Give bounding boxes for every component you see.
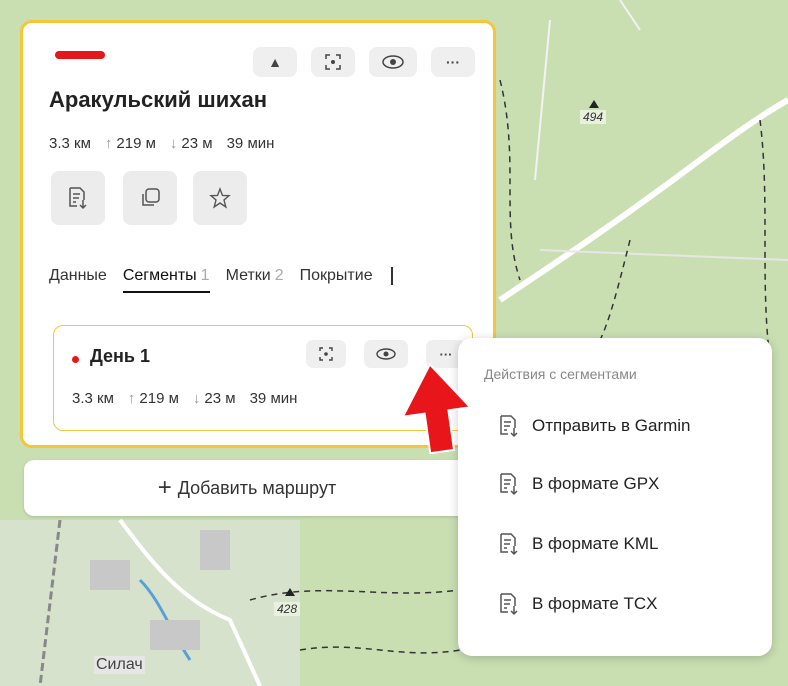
segment-focus-button[interactable] bbox=[306, 340, 346, 368]
tabs: Данные Сегменты 1 Метки 2 Покрытие bbox=[49, 267, 393, 293]
menu-item-kml[interactable]: В формате KML bbox=[498, 524, 658, 564]
eye-icon bbox=[376, 348, 396, 360]
tab-data[interactable]: Данные bbox=[49, 267, 107, 285]
segment-color-dot bbox=[72, 356, 79, 363]
menu-item-send-garmin[interactable]: Отправить в Garmin bbox=[498, 406, 691, 446]
favorite-button[interactable] bbox=[193, 171, 247, 225]
segment-stats: 3.3 км ↑ 219 м ↓ 23 м 39 мин bbox=[72, 390, 297, 407]
visibility-button[interactable] bbox=[369, 47, 417, 77]
add-route-button[interactable]: + Добавить маршрут bbox=[24, 460, 470, 516]
ascent: ↑ 219 м bbox=[127, 390, 179, 407]
focus-route-button[interactable] bbox=[311, 47, 355, 77]
export-icon bbox=[500, 415, 518, 438]
arrow-up-icon: ↑ bbox=[127, 390, 136, 407]
pointer-arrow-icon bbox=[401, 362, 472, 454]
descent: ↓ 23 м bbox=[169, 135, 213, 152]
focus-icon bbox=[325, 54, 341, 70]
arrow-down-icon: ↓ bbox=[192, 390, 201, 407]
menu-header: Действия с сегментами bbox=[484, 366, 637, 382]
route-title: Аракульский шихан bbox=[49, 87, 268, 112]
star-icon bbox=[209, 187, 231, 209]
distance-value: 3.3 км bbox=[49, 135, 91, 152]
menu-item-gpx[interactable]: В формате GPX bbox=[498, 464, 659, 504]
ascent: ↑ 219 м bbox=[104, 135, 156, 152]
menu-item-tcx[interactable]: В формате TCX bbox=[498, 584, 658, 624]
tab-segments[interactable]: Сегменты 1 bbox=[122, 267, 210, 293]
export-icon bbox=[500, 473, 518, 496]
more-icon: ··· bbox=[446, 54, 460, 70]
arrow-up-icon: ↑ bbox=[104, 135, 113, 152]
triangle-up-icon: ▲ bbox=[268, 54, 282, 70]
export-icon bbox=[500, 533, 518, 556]
route-color-line bbox=[55, 51, 105, 59]
export-icon bbox=[500, 593, 518, 616]
more-button[interactable]: ··· bbox=[431, 47, 475, 77]
arrow-down-icon: ↓ bbox=[169, 135, 178, 152]
time-value: 39 мин bbox=[249, 390, 298, 407]
export-button[interactable] bbox=[51, 171, 105, 225]
tab-marks[interactable]: Метки 2 bbox=[226, 267, 284, 285]
tab-coverage[interactable]: Покрытие bbox=[300, 267, 373, 285]
peak-label: 428 bbox=[274, 602, 301, 616]
tabs-overflow-divider bbox=[390, 267, 393, 285]
route-stats: 3.3 км ↑ 219 м ↓ 23 м 39 мин bbox=[49, 135, 274, 152]
segment-name: День 1 bbox=[90, 346, 151, 366]
plus-icon: + bbox=[157, 474, 172, 501]
town-label: Силач bbox=[94, 656, 145, 674]
segment-actions-menu: Действия с сегментами Отправить в Garmin… bbox=[458, 338, 772, 656]
add-route-label: Добавить маршрут bbox=[177, 477, 337, 498]
time-value: 39 мин bbox=[226, 135, 275, 152]
focus-icon bbox=[319, 347, 333, 361]
duplicate-icon bbox=[142, 188, 160, 206]
descent: ↓ 23 м bbox=[192, 390, 236, 407]
eye-icon bbox=[382, 55, 404, 69]
peak-label: 494 bbox=[580, 110, 607, 124]
duplicate-button[interactable] bbox=[123, 171, 177, 225]
distance-value: 3.3 км bbox=[72, 390, 114, 407]
export-icon bbox=[69, 187, 87, 210]
more-icon: ··· bbox=[439, 346, 453, 362]
collapse-button[interactable]: ▲ bbox=[253, 47, 297, 77]
